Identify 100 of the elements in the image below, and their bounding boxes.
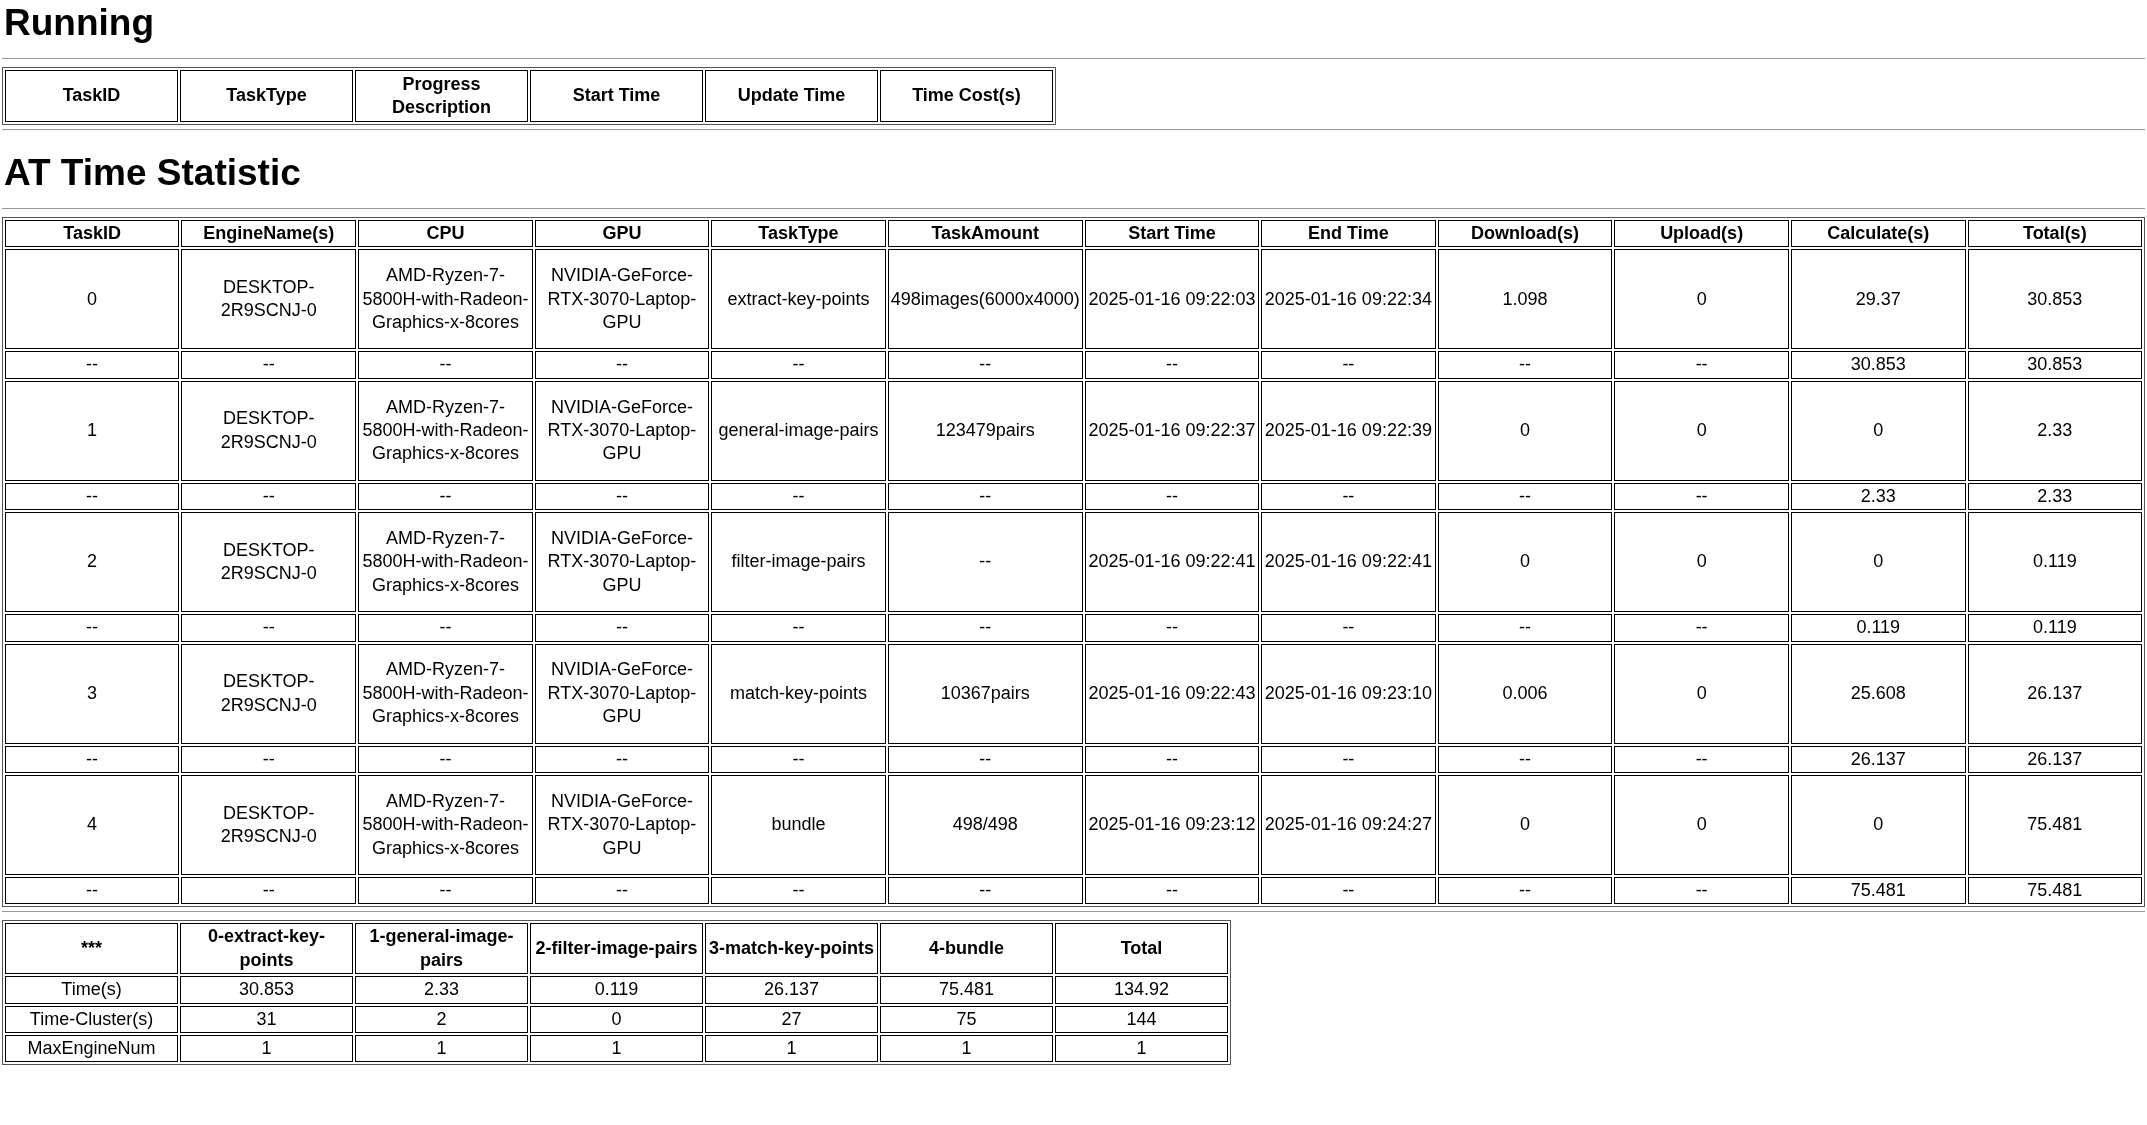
table-cell: AMD-Ryzen-7-5800H-with-Radeon-Graphics-x-8cores xyxy=(358,643,533,744)
table-cell: 0 xyxy=(1614,249,1789,350)
table-cell: 123479pairs xyxy=(887,380,1083,481)
table-cell: -- xyxy=(1261,614,1436,642)
table-cell: -- xyxy=(5,745,180,773)
table-cell: -- xyxy=(711,482,886,511)
table-cell: -- xyxy=(887,482,1083,511)
table-cell: -- xyxy=(1261,876,1436,905)
table-cell: DESKTOP-2R9SCNJ-0 xyxy=(181,512,357,613)
table-cell: AMD-Ryzen-7-5800H-with-Radeon-Graphics-x-8cores xyxy=(358,380,533,481)
table-cell: 0 xyxy=(1437,774,1613,875)
column-header: Time Cost(s) xyxy=(880,70,1053,122)
table-cell: -- xyxy=(1437,614,1613,642)
table-cell: -- xyxy=(1437,745,1613,773)
table-cell: 75 xyxy=(880,1005,1053,1033)
column-header: EngineName(s) xyxy=(181,220,357,248)
table-cell: 0 xyxy=(1614,380,1789,481)
table-cell: Time(s) xyxy=(5,976,178,1004)
table-cell: 26.137 xyxy=(705,976,878,1004)
table-cell: 75.481 xyxy=(880,976,1053,1004)
table-cell: -- xyxy=(1084,351,1260,379)
table-cell: 75.481 xyxy=(1790,876,1966,905)
column-header: Upload(s) xyxy=(1614,220,1789,248)
table-cell: 498images(6000x4000) xyxy=(887,249,1083,350)
table-cell: 0.119 xyxy=(1967,512,2142,613)
table-cell: -- xyxy=(1614,614,1789,642)
column-header: 2-filter-image-pairs xyxy=(530,923,703,975)
table-cell: -- xyxy=(1084,482,1260,511)
column-header: Calculate(s) xyxy=(1790,220,1966,248)
table-cell: 2025-01-16 09:22:34 xyxy=(1261,249,1436,350)
table-cell: 0 xyxy=(5,249,180,350)
table-cell: -- xyxy=(887,351,1083,379)
column-header: 3-match-key-points xyxy=(705,923,878,975)
table-cell: -- xyxy=(534,351,710,379)
table-cell: -- xyxy=(1084,876,1260,905)
table-cell: DESKTOP-2R9SCNJ-0 xyxy=(181,380,357,481)
table-cell: -- xyxy=(1614,351,1789,379)
table-cell: bundle xyxy=(711,774,886,875)
table-cell: -- xyxy=(1084,614,1260,642)
table-cell: -- xyxy=(5,482,180,511)
table-cell: -- xyxy=(887,745,1083,773)
table-cell: 134.92 xyxy=(1055,976,1228,1004)
table-cell: -- xyxy=(181,745,357,773)
table-cell: 0.006 xyxy=(1437,643,1613,744)
table-cell: -- xyxy=(711,614,886,642)
table-cell: -- xyxy=(358,351,533,379)
table-cell: -- xyxy=(534,876,710,905)
table-cell: 2025-01-16 09:22:41 xyxy=(1261,512,1436,613)
table-cell: 0 xyxy=(1790,774,1966,875)
table-cell: 2025-01-16 09:22:43 xyxy=(1084,643,1260,744)
table-cell: MaxEngineNum xyxy=(5,1034,178,1063)
table-cell: -- xyxy=(1614,482,1789,511)
column-header: *** xyxy=(5,923,178,975)
table-cell: 25.608 xyxy=(1790,643,1966,744)
column-header: Total xyxy=(1055,923,1228,975)
column-header: End Time xyxy=(1261,220,1436,248)
table-cell: 2025-01-16 09:23:10 xyxy=(1261,643,1436,744)
table-cell: 0 xyxy=(1437,512,1613,613)
table-cell: 30.853 xyxy=(1790,351,1966,379)
table-cell: 2.33 xyxy=(355,976,528,1004)
table-cell: -- xyxy=(711,351,886,379)
table-cell: AMD-Ryzen-7-5800H-with-Radeon-Graphics-x-8cores xyxy=(358,249,533,350)
table-cell: 26.137 xyxy=(1790,745,1966,773)
table-cell: -- xyxy=(1437,482,1613,511)
table-cell: -- xyxy=(1261,745,1436,773)
table-cell: 2.33 xyxy=(1967,482,2142,511)
table-cell: NVIDIA-GeForce-RTX-3070-Laptop-GPU xyxy=(534,249,710,350)
column-header: TaskType xyxy=(180,70,353,122)
column-header: 1-general-image-pairs xyxy=(355,923,528,975)
column-header: CPU xyxy=(358,220,533,248)
column-header: Total(s) xyxy=(1967,220,2142,248)
column-header: 4-bundle xyxy=(880,923,1053,975)
table-cell: -- xyxy=(887,614,1083,642)
table-cell: 30.853 xyxy=(180,976,353,1004)
table-cell: 31 xyxy=(180,1005,353,1033)
table-cell: 1 xyxy=(530,1034,703,1063)
table-cell: -- xyxy=(1261,482,1436,511)
table-cell: 2025-01-16 09:22:41 xyxy=(1084,512,1260,613)
section-heading: Running xyxy=(3,1,155,45)
table-cell: -- xyxy=(5,876,180,905)
table-cell: -- xyxy=(887,876,1083,905)
table-cell: -- xyxy=(181,614,357,642)
table-cell: -- xyxy=(358,876,533,905)
table-cell: 1 xyxy=(705,1034,878,1063)
column-header: TaskID xyxy=(5,220,180,248)
table-cell: 1 xyxy=(1055,1034,1228,1063)
table-cell: filter-image-pairs xyxy=(711,512,886,613)
table-cell: 1.098 xyxy=(1437,249,1613,350)
table-cell: -- xyxy=(1084,745,1260,773)
column-header: Download(s) xyxy=(1437,220,1613,248)
table-cell: 3 xyxy=(5,643,180,744)
table-cell: 2025-01-16 09:23:12 xyxy=(1084,774,1260,875)
table-cell: 0 xyxy=(1790,512,1966,613)
table-cell: 0 xyxy=(1614,643,1789,744)
table-cell: Time-Cluster(s) xyxy=(5,1005,178,1033)
table-cell: -- xyxy=(1614,745,1789,773)
table-cell: 30.853 xyxy=(1967,249,2142,350)
table-cell: 2.33 xyxy=(1790,482,1966,511)
section-heading: AT Time Statistic xyxy=(3,151,302,195)
table-cell: -- xyxy=(711,745,886,773)
